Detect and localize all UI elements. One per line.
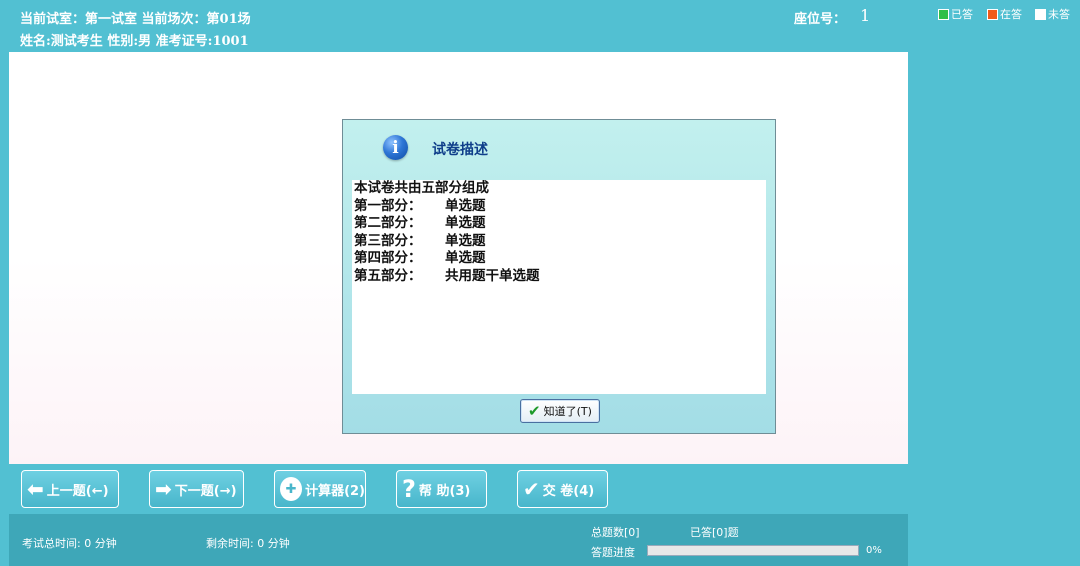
exam-description-dialog: i 试卷描述 本试卷共由五部分组成 第一部分： 单选题 第二部分： 单选题 第三部分… bbox=[342, 119, 776, 434]
checkmark-icon: ✔ bbox=[528, 402, 541, 420]
part-row: 第二部分： 单选题 bbox=[354, 215, 764, 233]
submit-exam-button[interactable]: ✔ 交 卷(4) bbox=[517, 470, 608, 508]
part-type: 单选题 bbox=[445, 197, 486, 214]
submit-exam-label: 交 卷(4) bbox=[542, 483, 595, 499]
part-row: 第一部分： 单选题 bbox=[354, 198, 764, 216]
part-label: 第三部分： bbox=[354, 232, 422, 249]
part-label: 第一部分： bbox=[354, 197, 422, 214]
acknowledge-label: 知道了(T) bbox=[543, 405, 592, 418]
dialog-body: 本试卷共由五部分组成 第一部分： 单选题 第二部分： 单选题 第三部分： 单选题 第四… bbox=[352, 180, 766, 394]
legend-answered: 已答 bbox=[938, 6, 973, 22]
arrow-right-icon: ➡ bbox=[155, 477, 172, 501]
info-icon: i bbox=[383, 135, 408, 160]
acknowledge-button[interactable]: ✔ 知道了(T) bbox=[520, 399, 600, 423]
legend-unanswered: 未答 bbox=[1035, 6, 1070, 22]
unanswered-swatch bbox=[1035, 8, 1046, 20]
part-type: 单选题 bbox=[445, 215, 486, 231]
calculator-button[interactable]: ✚ 计算器(2) bbox=[274, 470, 366, 508]
parts-list: 第一部分： 单选题 第二部分： 单选题 第三部分： 单选题 第四部分： 单选题 第五部分… bbox=[354, 198, 764, 286]
exam-room-info: 当前试室：第一试室 当前场次：第01场 bbox=[20, 12, 251, 27]
help-label: 帮 助(3) bbox=[418, 483, 471, 499]
answered-count: 已答[0]题 bbox=[690, 526, 739, 539]
part-type: 共用题干单选题 bbox=[445, 267, 540, 284]
legend-current-label: 在答 bbox=[1000, 8, 1022, 21]
progress-label: 答题进度 bbox=[591, 546, 635, 559]
progress-bar bbox=[647, 545, 859, 556]
arrow-left-icon: ⬅ bbox=[27, 477, 44, 501]
previous-question-button[interactable]: ⬅ 上一题(←) bbox=[21, 470, 119, 508]
progress-percent: 0% bbox=[866, 545, 882, 556]
remaining-time: 剩余时间: 0 分钟 bbox=[206, 537, 290, 550]
next-question-button[interactable]: ➡ 下一题(→) bbox=[149, 470, 244, 508]
part-label: 第五部分： bbox=[354, 267, 422, 284]
dialog-intro: 本试卷共由五部分组成 bbox=[354, 180, 489, 196]
checkmark-icon: ✔ bbox=[523, 477, 540, 501]
answered-swatch bbox=[938, 8, 949, 20]
part-row: 第五部分： 共用题干单选题 bbox=[354, 268, 764, 286]
dialog-title: 试卷描述 bbox=[432, 142, 488, 158]
part-label: 第四部分： bbox=[354, 250, 422, 266]
question-mark-icon: ? bbox=[402, 475, 416, 503]
legend-answered-label: 已答 bbox=[951, 8, 973, 21]
part-type: 单选题 bbox=[445, 232, 486, 249]
part-label: 第二部分： bbox=[354, 215, 422, 231]
seat-number-value: 1 bbox=[860, 6, 871, 25]
legend-unanswered-label: 未答 bbox=[1048, 8, 1070, 21]
next-question-label: 下一题(→) bbox=[174, 483, 237, 499]
current-swatch bbox=[987, 8, 998, 20]
total-questions: 总题数[0] bbox=[591, 526, 640, 539]
seat-number-label: 座位号： bbox=[794, 12, 847, 27]
part-row: 第四部分： 单选题 bbox=[354, 250, 764, 268]
calculator-label: 计算器(2) bbox=[305, 483, 365, 499]
legend-current: 在答 bbox=[987, 6, 1022, 22]
help-button[interactable]: ? 帮 助(3) bbox=[396, 470, 487, 508]
total-exam-time: 考试总时间: 0 分钟 bbox=[22, 537, 117, 550]
candidate-info: 姓名:测试考生 性别:男 准考证号:1001 bbox=[20, 34, 249, 49]
calculator-icon: ✚ bbox=[280, 477, 303, 501]
part-type: 单选题 bbox=[445, 250, 486, 266]
part-row: 第三部分： 单选题 bbox=[354, 233, 764, 251]
status-bar: 考试总时间: 0 分钟 剩余时间: 0 分钟 总题数[0] 已答[0]题 答题进… bbox=[9, 514, 908, 566]
previous-question-label: 上一题(←) bbox=[46, 483, 109, 499]
